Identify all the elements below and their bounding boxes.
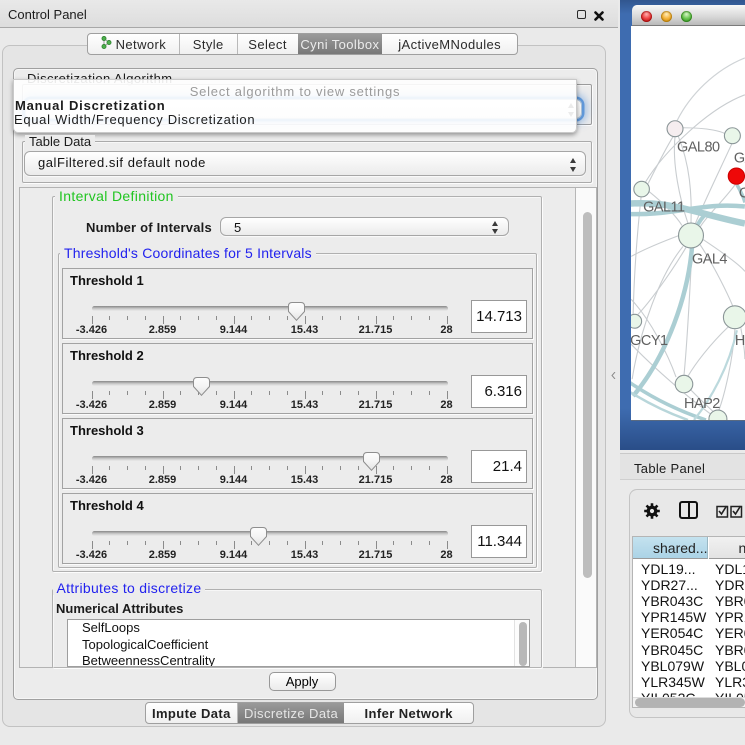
svg-text:C: C <box>739 186 745 202</box>
svg-text:GAL11: GAL11 <box>643 200 685 216</box>
svg-text:GA: GA <box>734 151 745 167</box>
svg-text:HAP2: HAP2 <box>684 396 720 412</box>
svg-text:H: H <box>735 333 745 349</box>
svg-text:GCY1: GCY1 <box>631 333 668 349</box>
svg-text:GAL80: GAL80 <box>677 140 720 156</box>
svg-text:GAL4: GAL4 <box>692 251 727 267</box>
